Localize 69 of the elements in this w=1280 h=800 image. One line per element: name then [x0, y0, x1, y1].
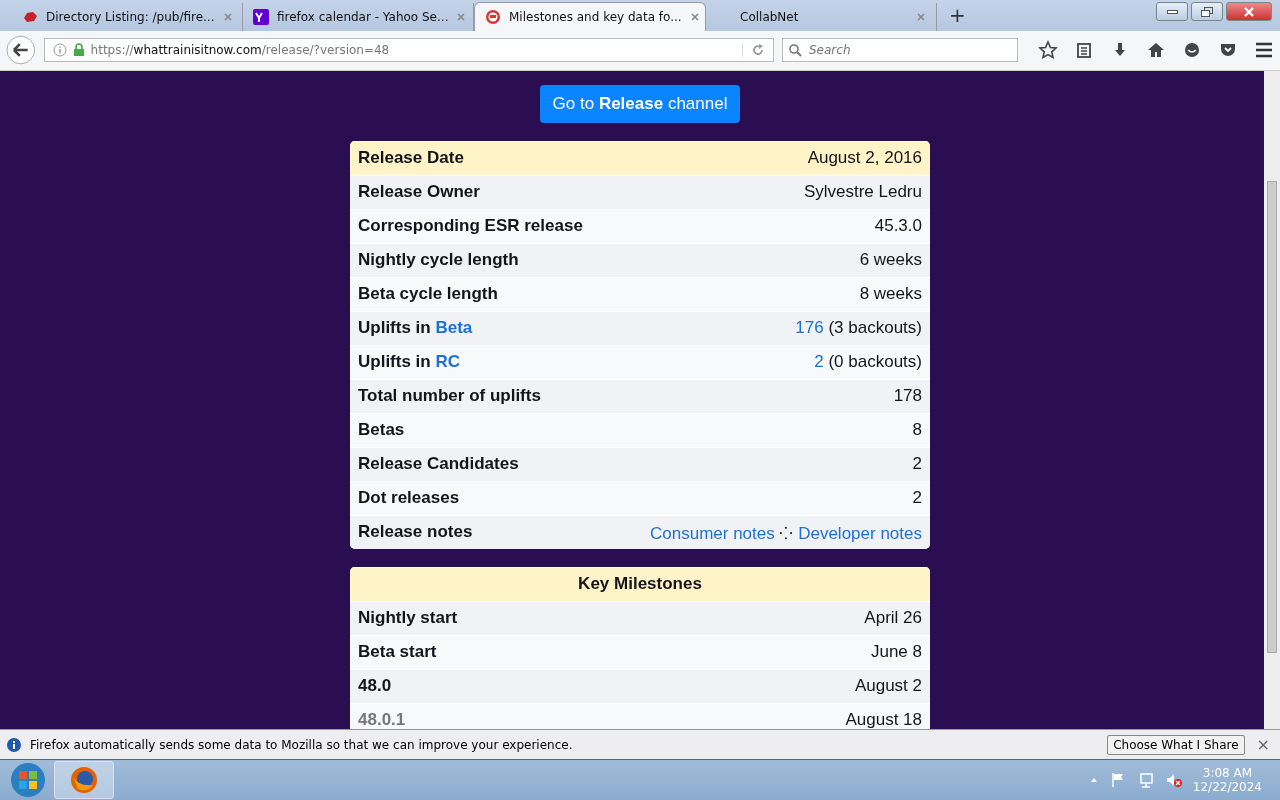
notification-message: Firefox automatically sends some data to Mozilla so that we can improve your experience. — [30, 737, 574, 752]
milestone-label: 48.0 — [358, 676, 392, 697]
close-icon[interactable] — [689, 11, 700, 22]
row-value: Sylvestre Ledru — [803, 182, 922, 203]
row-value: 2 (0 backouts) — [814, 352, 922, 373]
row-value: 6 weeks — [859, 250, 922, 271]
choose-share-button[interactable]: Choose What I Share — [1107, 734, 1245, 755]
milestone-date: August 2 — [854, 676, 922, 697]
uplift-count-link[interactable]: 2 — [814, 352, 824, 372]
browser-tab[interactable]: CollabNet — [706, 2, 937, 31]
close-icon — [1244, 6, 1254, 17]
row-label: Beta cycle length — [358, 284, 498, 305]
notes-link[interactable]: Developer notes — [798, 523, 922, 543]
star-icon[interactable] — [1038, 40, 1058, 61]
scrollbar[interactable] — [1264, 70, 1280, 730]
row-value: 178 — [893, 386, 922, 407]
yahoo-icon — [253, 8, 269, 25]
row-value: 8 — [912, 420, 922, 441]
row-value: 176 (3 backouts) — [795, 318, 922, 339]
badge-icon — [485, 8, 501, 25]
channel-link[interactable]: RC — [435, 352, 460, 372]
lock-icon — [72, 43, 85, 58]
row-label: Total number of uplifts — [358, 386, 541, 407]
notes-links: Consumer notes ⁘ Developer notes — [650, 522, 922, 544]
notes-link[interactable]: Consumer notes — [650, 523, 775, 543]
milestone-label: Beta start — [358, 642, 437, 663]
restore-button[interactable] — [1191, 2, 1223, 21]
row-value: August 2, 2016 — [807, 148, 922, 169]
taskbar-app-button[interactable] — [54, 761, 114, 799]
start-button[interactable] — [8, 760, 48, 800]
browser-tab[interactable]: Milestones and key data fo... — [474, 1, 706, 31]
uplift-count-link[interactable]: 176 — [795, 318, 824, 338]
row-value: 8 weeks — [859, 284, 922, 305]
milestone-label: Nightly start — [358, 608, 458, 629]
browser-tab[interactable]: Directory Listing: /pub/fire... — [12, 2, 243, 31]
row-label: Uplifts in Beta — [358, 318, 473, 339]
reload-icon[interactable] — [742, 43, 765, 58]
milestone-label: 48.0.1 — [358, 710, 406, 730]
back-button[interactable] — [6, 35, 36, 66]
globe-icon — [69, 765, 99, 795]
new-tab-button[interactable]: + — [937, 2, 978, 31]
search-field[interactable]: Search — [782, 38, 1018, 63]
card-title: Key Milestones — [578, 574, 702, 595]
row-value: 2 — [912, 488, 922, 509]
info-icon — [6, 736, 22, 753]
row-value: 2 — [912, 454, 922, 475]
restore-icon — [1201, 6, 1213, 17]
milestone-date: April 26 — [864, 608, 922, 629]
minimize-icon — [1166, 9, 1178, 14]
channel-link[interactable]: Beta — [435, 318, 473, 338]
row-label: Dot releases — [358, 488, 460, 509]
row-label: Uplifts in RC — [358, 352, 460, 373]
release-channel-button[interactable]: Go to Release channel — [539, 84, 741, 123]
close-button[interactable] — [1226, 2, 1272, 21]
row-value: 45.3.0 — [874, 216, 922, 237]
row-label: Nightly cycle length — [358, 250, 519, 271]
row-label: Release Candidates — [358, 454, 519, 475]
row-label: Release Date — [358, 148, 464, 169]
milestone-date: June 8 — [870, 642, 922, 663]
milestone-date: August 18 — [845, 710, 922, 730]
row-label: Release notes — [358, 522, 473, 543]
close-button[interactable]: × — [1252, 735, 1274, 755]
address-field[interactable]: https://whattrainisitnow.com/release/?version=48 — [43, 38, 774, 63]
row-label: Corresponding ESR release — [358, 216, 583, 237]
row-label: Release Owner — [358, 182, 480, 203]
clipboard-icon[interactable] — [1074, 40, 1094, 61]
browser-tab[interactable]: firefox calendar - Yahoo Se... — [243, 2, 474, 31]
minimize-button[interactable] — [1156, 2, 1188, 21]
row-label: Betas — [358, 420, 405, 441]
